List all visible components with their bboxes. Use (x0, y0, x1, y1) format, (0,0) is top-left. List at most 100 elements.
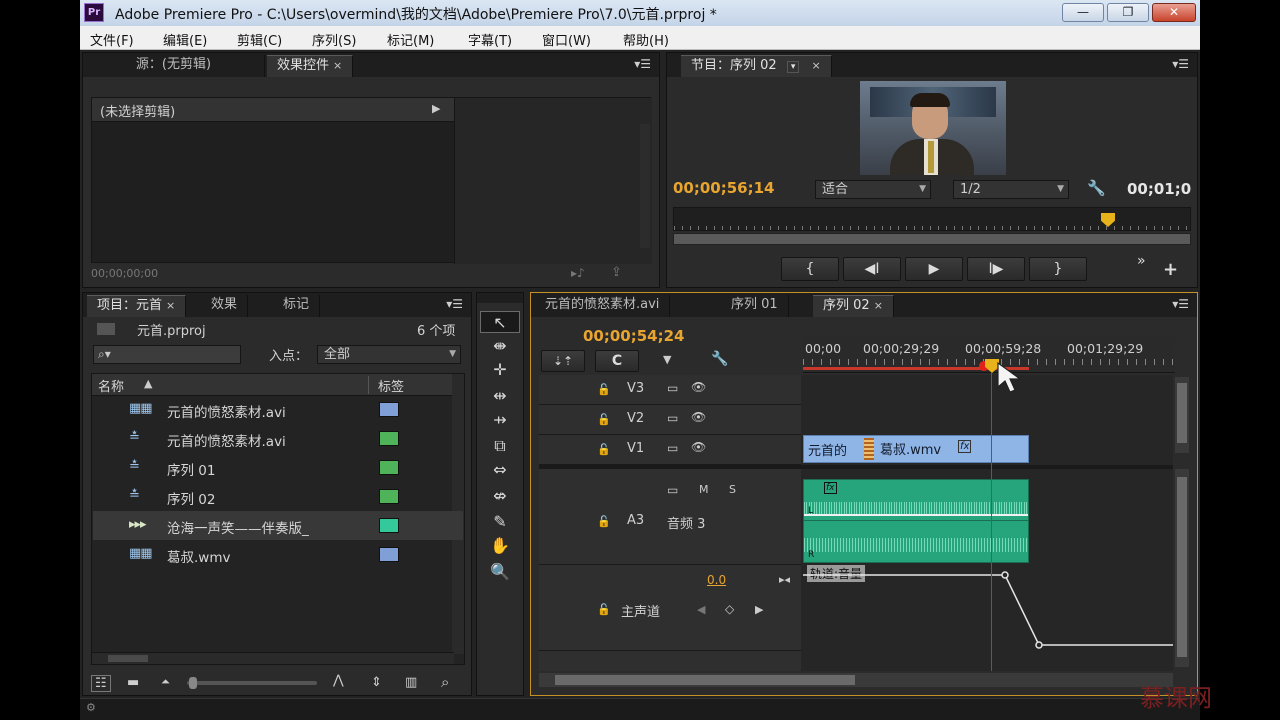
next-keyframe-icon[interactable]: ▶ (755, 603, 763, 616)
menu-sequence[interactable]: 序列(S) (312, 30, 356, 49)
lock-icon[interactable]: 🔓 (597, 603, 611, 616)
film-icon[interactable]: ▭ (667, 411, 678, 425)
clip-v1[interactable]: 元首的 葛叔.wmv fx (803, 435, 1029, 463)
eye-icon[interactable]: 👁 (691, 410, 706, 424)
eye-icon[interactable]: 👁 (691, 440, 706, 454)
wrench-icon[interactable]: 🔧 (711, 351, 728, 367)
scrollbar[interactable] (640, 124, 650, 248)
hand-tool-icon[interactable]: ✋ (480, 535, 520, 557)
list-item[interactable]: ≛ 元首的愤怒素材.avi (93, 424, 463, 453)
prev-keyframe-icon[interactable]: ◀ (697, 603, 705, 616)
menu-marker[interactable]: 标记(M) (387, 30, 434, 49)
rate-stretch-tool-icon[interactable]: ⇸ (480, 409, 520, 431)
add-button-icon[interactable]: + (1163, 259, 1178, 280)
time-ruler[interactable]: 00;00 00;00;29;29 00;00;59;28 00;01;29;2… (803, 337, 1175, 373)
menu-window[interactable]: 窗口(W) (542, 30, 591, 49)
wrench-icon[interactable]: 🔧 (1087, 179, 1106, 197)
zoom-slider[interactable] (187, 681, 317, 685)
settings-icon[interactable]: ⚙ (86, 701, 96, 714)
play-arrow-icon[interactable]: ▶ (432, 102, 440, 115)
close-tab-icon[interactable]: × (333, 59, 342, 72)
close-button[interactable]: ✕ (1152, 3, 1196, 22)
track-header-a3[interactable]: 🔓 A3 ▭ M S 音频 3 (539, 469, 801, 565)
zoom-out-icon[interactable]: ⏶ (161, 675, 170, 689)
program-current-timecode[interactable]: 00;00;56;14 (673, 179, 775, 197)
step-back-button[interactable]: ◀I (843, 257, 901, 281)
razor-tool-icon[interactable]: ⧉ (480, 435, 520, 457)
column-name[interactable]: 名称 (98, 376, 124, 395)
minimize-button[interactable]: — (1062, 3, 1104, 22)
tab-sequence-02[interactable]: 序列 02 × (813, 295, 894, 317)
zoom-tool-icon[interactable]: 🔍 (480, 561, 520, 583)
find-icon[interactable]: ⇕ (371, 675, 382, 690)
solo-button[interactable]: S (729, 483, 736, 496)
tab-project[interactable]: 项目：元首 × (87, 295, 187, 317)
panel-menu-icon[interactable]: ▾☰ (634, 57, 651, 71)
list-view-icon[interactable]: ☷ (91, 675, 111, 692)
tab-markers[interactable]: 标记 (273, 295, 321, 317)
menu-help[interactable]: 帮助(H) (623, 30, 669, 49)
more-buttons-icon[interactable]: » (1137, 253, 1146, 269)
lock-icon[interactable]: 🔓 (597, 383, 611, 396)
close-tab-icon[interactable]: × (166, 299, 175, 312)
video-scrollbar[interactable] (1175, 377, 1189, 453)
chevron-down-icon[interactable]: ▾ (786, 61, 800, 73)
mark-out-button[interactable]: } (1029, 257, 1087, 281)
tab-sequence-01[interactable]: 序列 01 (721, 295, 789, 317)
track-select-tool-icon[interactable]: ⇼ (480, 335, 520, 357)
menu-file[interactable]: 文件(F) (90, 30, 134, 49)
export-icon[interactable]: ⇪ (611, 265, 622, 280)
track-header-v1[interactable]: 🔓 V1 ▭ 👁 (539, 435, 801, 465)
lock-icon[interactable]: 🔓 (597, 515, 611, 528)
column-label[interactable]: 标签 (378, 376, 404, 395)
marker-icon[interactable]: ▼ (663, 353, 671, 366)
export-audio-icon[interactable]: ▸♪ (571, 266, 585, 280)
zoom-scrollbar[interactable] (673, 233, 1191, 245)
h-scrollbar[interactable] (92, 652, 454, 664)
tab-source[interactable]: 源：(无剪辑) (83, 55, 265, 77)
linked-selection-button[interactable]: C (595, 350, 639, 372)
list-item[interactable]: ≛ 序列 02 (93, 482, 463, 511)
new-bin-icon[interactable]: ▥ (405, 675, 417, 690)
list-item[interactable]: ▸▸▸ 沧海一声笑——伴奏版_ (93, 511, 463, 540)
panel-menu-icon[interactable]: ▾☰ (1172, 57, 1189, 71)
menu-title[interactable]: 字幕(T) (468, 30, 512, 49)
list-item[interactable]: ▦▦ 元首的愤怒素材.avi (93, 395, 463, 424)
slip-tool-icon[interactable]: ⇔ (480, 459, 520, 481)
add-keyframe-icon[interactable]: ◇ (725, 602, 734, 616)
volume-value[interactable]: 0.0 (707, 573, 726, 587)
close-tab-icon[interactable]: × (812, 59, 821, 72)
film-icon[interactable]: ▭ (667, 483, 678, 497)
timeline-h-scrollbar[interactable] (539, 673, 1173, 687)
track-header-v3[interactable]: 🔓 V3 ▭ 👁 (539, 375, 801, 405)
tab-program[interactable]: 节目：序列 02 ▾ × (681, 55, 832, 77)
pen-tool-icon[interactable]: ✎ (480, 511, 520, 533)
keyframe-icon[interactable] (1001, 571, 1009, 579)
search-icon[interactable]: ⌕ (441, 673, 449, 691)
clip-a3[interactable]: fx L R (803, 479, 1029, 563)
rolling-edit-tool-icon[interactable]: ⇹ (480, 385, 520, 407)
eye-icon[interactable]: 👁 (691, 380, 706, 394)
volume-keyframe-line[interactable] (803, 565, 1173, 651)
film-icon[interactable]: ▭ (667, 381, 678, 395)
lock-icon[interactable]: 🔓 (597, 413, 611, 426)
close-tab-icon[interactable]: × (874, 299, 883, 312)
menu-clip[interactable]: 剪辑(C) (237, 30, 282, 49)
lock-icon[interactable]: 🔓 (597, 443, 611, 456)
keyframe-nav-icon[interactable]: ▸◂ (779, 573, 790, 586)
icon-view-icon[interactable]: ▬ (127, 675, 139, 690)
track-header-v2[interactable]: 🔓 V2 ▭ 👁 (539, 405, 801, 435)
maximize-button[interactable]: ❐ (1107, 3, 1149, 22)
zoom-slider-handle[interactable] (189, 677, 197, 689)
tab-effects[interactable]: 效果 (201, 295, 249, 317)
search-input[interactable]: ⌕▾ (93, 345, 241, 364)
sort-arrow-icon[interactable]: ▲ (144, 377, 152, 390)
film-icon[interactable]: ▭ (667, 441, 678, 455)
keyframe-icon[interactable] (1035, 641, 1043, 649)
mark-in-button[interactable]: { (781, 257, 839, 281)
panel-menu-icon[interactable]: ▾☰ (1172, 297, 1189, 311)
mute-button[interactable]: M (699, 483, 709, 496)
fit-dropdown[interactable]: 适合 ▼ (815, 180, 931, 199)
resolution-dropdown[interactable]: 1/2 ▼ (953, 180, 1069, 199)
snap-button[interactable]: ⇣⇡ (541, 350, 585, 372)
